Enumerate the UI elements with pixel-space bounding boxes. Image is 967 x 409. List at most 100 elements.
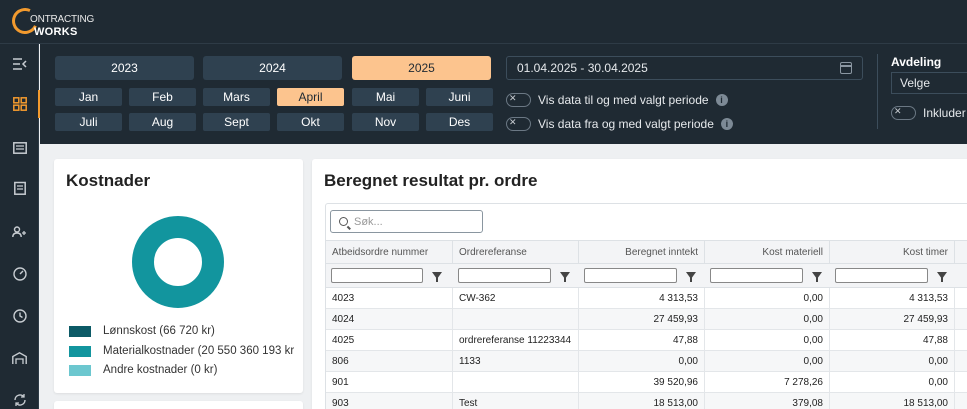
column-filter-input[interactable]: [584, 268, 677, 283]
filter-icon[interactable]: [432, 272, 442, 282]
sync-icon[interactable]: [0, 380, 39, 409]
month-button-aug[interactable]: Aug: [129, 113, 196, 131]
avdeling-select[interactable]: Velge: [891, 72, 967, 94]
sidebar: [0, 44, 40, 409]
month-button-sept[interactable]: Sept: [203, 113, 270, 131]
cell-kost-materiell: 0,00: [705, 309, 830, 329]
cell-ordrenummer: 806: [326, 351, 453, 371]
cell-beregnet-inntekt: 47,88: [579, 330, 705, 350]
info-icon[interactable]: i: [715, 94, 728, 106]
cell-kost-timer: 18 513,00: [830, 393, 955, 409]
menu-collapse-icon[interactable]: [0, 44, 39, 84]
column-header-beregnet-inntekt[interactable]: Beregnet inntekt: [579, 241, 705, 264]
legend-item-materialkostnader[interactable]: Materialkostnader (20 550 360 193 kr: [69, 345, 294, 357]
legend-swatch: [69, 325, 91, 337]
column-filter-input[interactable]: [835, 268, 928, 283]
cell-ordrenummer: 901: [326, 372, 453, 392]
gauge-icon[interactable]: [0, 254, 39, 294]
cell-ordrereferanse: ordrereferanse 11223344: [453, 330, 579, 350]
column-header-ordrereferanse[interactable]: Ordrereferanse: [453, 241, 579, 264]
cell-ordrereferanse: [453, 372, 579, 392]
filter-icon[interactable]: [686, 272, 696, 282]
toggle-row-to-period: Vis data til og med valgt periode i: [506, 92, 728, 108]
table-row[interactable]: 4025 ordrereferanse 11223344 47,88 0,00 …: [326, 330, 967, 351]
legend-swatch: [69, 364, 91, 376]
year-button-2024[interactable]: 2024: [203, 56, 342, 80]
table-row[interactable]: 901 39 520,96 7 278,26 0,00: [326, 372, 967, 393]
cell-kost-materiell: 0,00: [705, 288, 830, 308]
cell-beregnet-inntekt: 27 459,93: [579, 309, 705, 329]
cell-ordrereferanse: CW-362: [453, 288, 579, 308]
cell-beregnet-inntekt: 18 513,00: [579, 393, 705, 409]
search-placeholder: Søk...: [354, 215, 383, 228]
toggle-row-from-period: Vis data fra og med valgt periode i: [506, 116, 733, 132]
month-button-feb[interactable]: Feb: [129, 88, 196, 106]
table-row[interactable]: 903 Test 18 513,00 379,08 18 513,00: [326, 393, 967, 409]
filter-cell: [710, 267, 822, 284]
toggle-from-period[interactable]: [506, 117, 531, 131]
month-button-okt[interactable]: Okt: [277, 113, 344, 131]
contracting-works-logo[interactable]: ONTRACTING WORKS: [8, 4, 94, 38]
month-button-juli[interactable]: Juli: [55, 113, 122, 131]
logo-line2: WORKS: [34, 26, 78, 38]
table-row[interactable]: 806 1133 0,00 0,00 0,00: [326, 351, 967, 372]
info-icon[interactable]: i: [720, 118, 733, 130]
legend-label: Materialkostnader (20 550 360 193 kr: [103, 345, 295, 357]
kostnader-donut-chart[interactable]: [132, 216, 224, 308]
legend-item-lonnskost[interactable]: Lønnskost (66 720 kr): [69, 325, 215, 337]
column-header-arbeidsordre[interactable]: Atbeidsordre nummer: [326, 241, 453, 264]
cell-beregnet-inntekt: 39 520,96: [579, 372, 705, 392]
filter-icon[interactable]: [812, 272, 822, 282]
year-button-2023[interactable]: 2023: [55, 56, 194, 80]
legend-swatch: [69, 345, 91, 357]
avdeling-label: Avdeling: [891, 55, 942, 69]
column-filter-input[interactable]: [710, 268, 803, 283]
top-bar: ONTRACTING WORKS: [0, 0, 967, 44]
month-button-des[interactable]: Des: [426, 113, 493, 131]
toggle-to-period[interactable]: [506, 93, 531, 107]
calendar-icon[interactable]: [840, 62, 852, 74]
month-button-mars[interactable]: Mars: [203, 88, 270, 106]
cell-kost-materiell: 0,00: [705, 351, 830, 371]
legend-label: Andre kostnader (0 kr): [103, 364, 218, 376]
logo-line1: ONTRACTING: [30, 14, 95, 25]
month-button-jan[interactable]: Jan: [55, 88, 122, 106]
month-button-april[interactable]: April: [277, 88, 344, 106]
month-button-nov[interactable]: Nov: [352, 113, 419, 131]
filter-cell: [331, 267, 442, 284]
filter-cell: [584, 267, 696, 284]
column-header-kost-timer[interactable]: Kost timer: [830, 241, 955, 264]
document-list-icon[interactable]: [0, 128, 39, 168]
month-button-mai[interactable]: Mai: [352, 88, 419, 106]
toggle-to-period-label: Vis data til og med valgt periode: [538, 93, 709, 107]
cell-ordrenummer: 4024: [326, 309, 453, 329]
clipboard-icon[interactable]: [0, 168, 39, 208]
column-header-kost-materiell[interactable]: Kost materiell: [705, 241, 830, 264]
filter-icon[interactable]: [560, 272, 570, 282]
year-button-2025[interactable]: 2025: [352, 56, 491, 80]
table-row[interactable]: 4023 CW-362 4 313,53 0,00 4 313,53: [326, 288, 967, 309]
table-row[interactable]: 4024 27 459,93 0,00 27 459,93: [326, 309, 967, 330]
filter-icon[interactable]: [937, 272, 947, 282]
column-filter-input[interactable]: [458, 268, 551, 283]
cell-ordrereferanse: [453, 309, 579, 329]
search-input[interactable]: Søk...: [330, 210, 483, 233]
cell-ordrenummer: 903: [326, 393, 453, 409]
filter-cell: [835, 267, 947, 284]
warehouse-icon[interactable]: [0, 338, 39, 378]
include-toggle[interactable]: [891, 106, 916, 120]
date-range-field[interactable]: 01.04.2025 - 30.04.2025: [506, 56, 863, 80]
dashboard-icon[interactable]: [0, 84, 40, 124]
cell-beregnet-inntekt: 4 313,53: [579, 288, 705, 308]
users-icon[interactable]: [0, 212, 39, 252]
legend-label: Lønnskost (66 720 kr): [103, 325, 215, 337]
cell-kost-materiell: 379,08: [705, 393, 830, 409]
kostnader-card: Kostnader Lønnskost (66 720 kr) Material…: [54, 159, 303, 393]
column-filter-input[interactable]: [331, 268, 423, 283]
cell-ordrereferanse: 1133: [453, 351, 579, 371]
legend-item-andre-kostnader[interactable]: Andre kostnader (0 kr): [69, 364, 217, 376]
month-button-juni[interactable]: Juni: [426, 88, 493, 106]
include-toggle-row: Inkluder: [891, 106, 966, 120]
clock-icon[interactable]: [0, 296, 39, 336]
kostnader-title: Kostnader: [66, 171, 151, 190]
